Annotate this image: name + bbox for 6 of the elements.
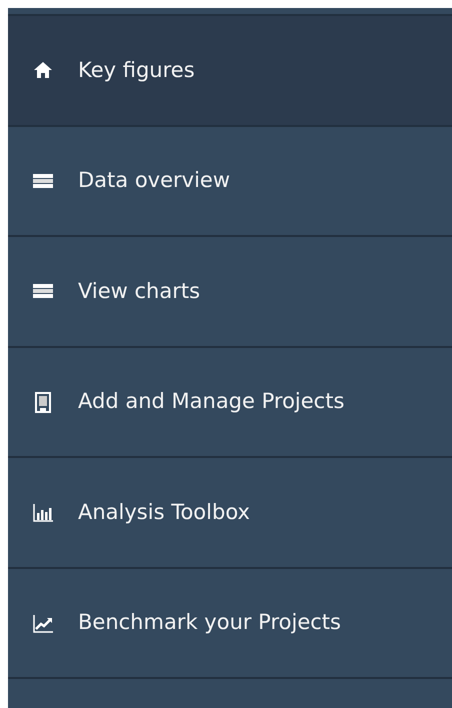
menu-item[interactable]: Data overview xyxy=(8,126,452,237)
menu-item[interactable]: Key figures xyxy=(8,16,452,126)
menu-item[interactable]: Add and Manage Projects xyxy=(8,348,452,458)
menu-item[interactable]: Benchmark your Projects xyxy=(8,568,452,679)
bar-chart-icon xyxy=(32,501,54,524)
document-icon xyxy=(32,390,54,413)
